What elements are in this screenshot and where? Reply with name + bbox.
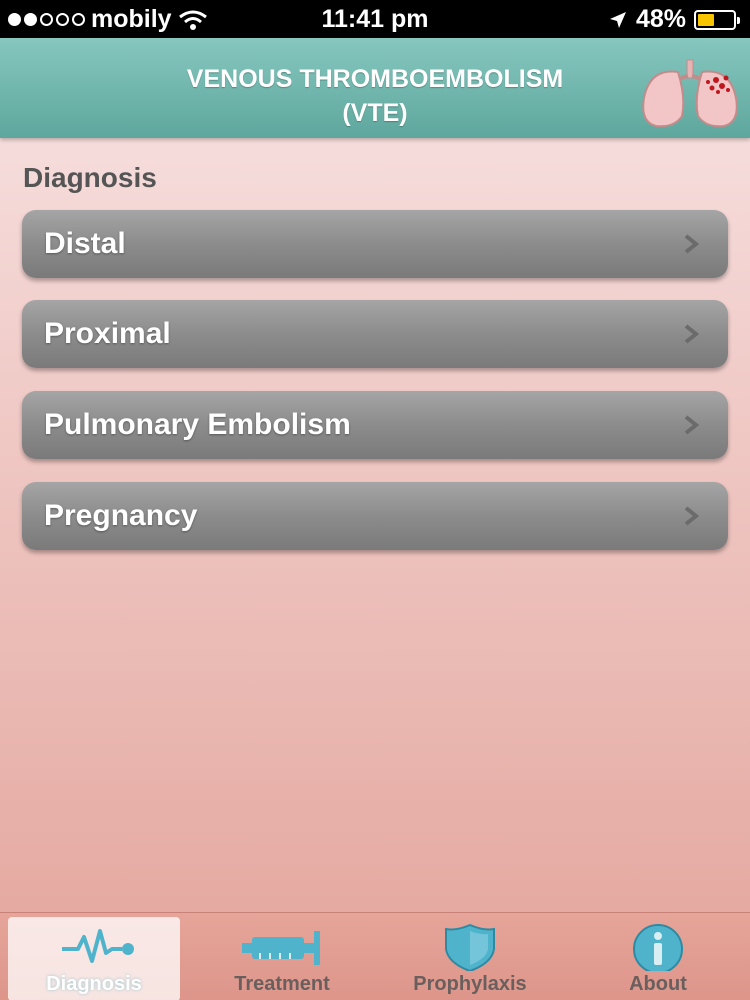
battery-icon	[694, 9, 740, 30]
chevron-right-icon	[684, 234, 700, 254]
lungs-icon	[642, 59, 738, 128]
menu-item-pulmonary-embolism[interactable]: Pulmonary Embolism	[22, 391, 728, 459]
menu-item-label: Pulmonary Embolism	[44, 408, 351, 441]
tab-bar: Diagnosis Treatment Prophylaxis About	[0, 912, 750, 1000]
syringe-icon	[242, 931, 320, 965]
location-arrow-icon	[609, 11, 626, 28]
section-title: Diagnosis	[23, 162, 157, 193]
shield-icon	[445, 923, 495, 971]
chevron-right-icon	[684, 506, 700, 526]
page-title-line1: VENOUS THROMBOEMBOLISM	[186, 65, 564, 93]
app-header: VENOUS THROMBOEMBOLISM (VTE)	[0, 38, 750, 138]
battery-level	[698, 13, 715, 26]
tab-label: Prophylaxis	[413, 973, 527, 995]
menu-item-pregnancy[interactable]: Pregnancy	[22, 482, 728, 550]
battery-percent: 48%	[635, 5, 686, 33]
tab-prophylaxis[interactable]: Prophylaxis	[384, 917, 556, 1000]
tab-label: Treatment	[234, 973, 330, 995]
chevron-right-icon	[684, 415, 700, 435]
page-title-line2: (VTE)	[342, 99, 408, 127]
info-icon	[633, 924, 683, 971]
chevron-right-icon	[684, 324, 700, 344]
tab-label: Diagnosis	[46, 973, 142, 995]
menu-item-proximal[interactable]: Proximal	[22, 300, 728, 368]
menu-item-distal[interactable]: Distal	[22, 210, 728, 278]
menu-item-label: Proximal	[44, 317, 171, 350]
menu-item-label: Distal	[44, 227, 126, 260]
page-title: VENOUS THROMBOEMBOLISM (VTE)	[110, 62, 640, 130]
tab-about[interactable]: About	[572, 917, 744, 1000]
status-bar: mobily 11:41 pm 48%	[0, 0, 750, 38]
tab-treatment[interactable]: Treatment	[196, 917, 368, 1000]
menu-item-label: Pregnancy	[44, 499, 198, 532]
tab-label: About	[629, 973, 687, 995]
app-screen: mobily 11:41 pm 48% VENOUS THROMBOEMBOLI…	[0, 0, 750, 1000]
status-right: 48%	[608, 5, 740, 34]
tab-diagnosis[interactable]: Diagnosis	[8, 917, 180, 1000]
pulse-icon	[62, 929, 134, 963]
